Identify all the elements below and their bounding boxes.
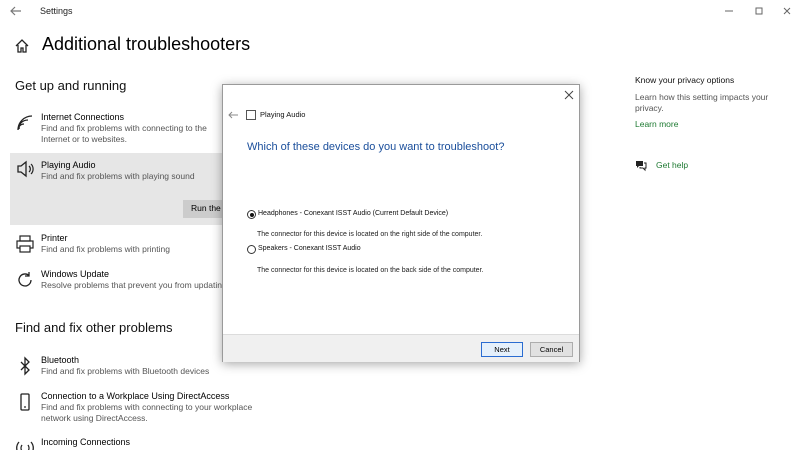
dialog-back-arrow-icon[interactable] — [227, 110, 239, 120]
item-name: Printer — [41, 233, 68, 243]
printer-icon — [16, 235, 34, 253]
cancel-button[interactable]: Cancel — [530, 342, 573, 357]
item-description: Find and fix problems with playing sound — [41, 171, 195, 181]
section-title-get-up-running: Get up and running — [15, 78, 127, 93]
troubleshooter-windows-update[interactable]: Windows Update Resolve problems that pre… — [10, 268, 222, 291]
troubleshooter-dialog: Playing Audio Which of these devices do … — [222, 84, 580, 362]
item-description: Find and fix problems with printing — [41, 244, 170, 254]
dialog-footer: Next Cancel — [223, 334, 579, 362]
speaker-icon — [17, 160, 34, 178]
window-title: Settings — [40, 6, 73, 16]
troubleshooter-printer[interactable]: Printer Find and fix problems with print… — [10, 232, 222, 255]
item-name: Playing Audio — [41, 160, 96, 170]
run-troubleshooter-button[interactable]: Run the troubleshooter — [183, 200, 223, 218]
next-button[interactable]: Next — [481, 342, 523, 357]
page-title: Additional troubleshooters — [42, 34, 251, 54]
item-description: Find and fix problems with connecting to… — [41, 123, 207, 144]
option-label: Speakers - Conexant ISST Audio — [258, 245, 361, 252]
radio-button-selected[interactable] — [247, 210, 256, 219]
radio-button[interactable] — [247, 245, 256, 254]
troubleshooter-bluetooth[interactable]: Bluetooth Find and fix problems with Blu… — [10, 354, 222, 377]
minimize-icon[interactable] — [722, 4, 736, 18]
back-arrow-icon[interactable] — [8, 3, 24, 19]
privacy-text: Learn how this setting impacts your priv… — [635, 92, 769, 113]
item-name: Incoming Connections — [41, 437, 131, 447]
learn-more-link[interactable]: Learn more — [635, 119, 678, 129]
title-bar: Settings — [0, 0, 800, 24]
bluetooth-icon — [20, 356, 30, 376]
refresh-icon — [18, 272, 32, 287]
signal-icon — [16, 441, 34, 450]
home-icon[interactable] — [14, 38, 30, 54]
item-description: Find and fix problems with Bluetooth dev… — [41, 366, 210, 376]
privacy-title: Know your privacy options — [635, 75, 735, 85]
item-name: Bluetooth — [41, 355, 80, 365]
dialog-app-title: Playing Audio — [260, 110, 306, 119]
troubleshooter-incoming-connections[interactable]: Incoming Connections — [10, 436, 222, 450]
item-description: Find and fix problems with connecting to… — [41, 402, 253, 423]
troubleshooter-internet-connections[interactable]: Internet Connections Find and fix proble… — [10, 111, 222, 145]
dialog-question: Which of these devices do you want to tr… — [247, 141, 505, 153]
phone-device-icon — [20, 393, 30, 411]
item-description: Resolve problems that prevent you from u… — [41, 280, 222, 290]
get-help-link[interactable]: Get help — [656, 160, 688, 170]
item-name: Windows Update — [41, 269, 110, 279]
maximize-icon[interactable] — [752, 4, 766, 18]
troubleshooter-directaccess[interactable]: Connection to a Workplace Using DirectAc… — [10, 390, 270, 424]
option-description: The connector for this device is located… — [257, 231, 483, 238]
close-icon[interactable] — [780, 4, 794, 18]
wifi-icon — [17, 115, 33, 131]
troubleshooter-app-icon — [246, 110, 256, 120]
option-description: The connector for this device is located… — [257, 267, 484, 274]
item-name: Internet Connections — [41, 112, 125, 122]
section-title-find-fix-other: Find and fix other problems — [15, 320, 173, 335]
item-name: Connection to a Workplace Using DirectAc… — [41, 391, 230, 401]
dialog-close-icon[interactable] — [563, 89, 575, 101]
option-label: Headphones - Conexant ISST Audio (Curren… — [258, 210, 449, 217]
chat-help-icon — [636, 161, 647, 172]
